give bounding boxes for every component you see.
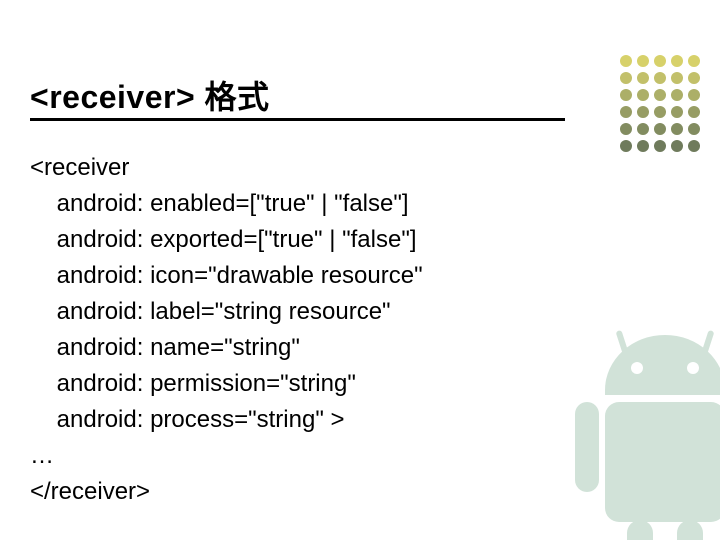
code-block: <receiver android: enabled=["true" | "fa… [30, 150, 423, 510]
decorative-dot-grid [620, 55, 702, 154]
code-line: android: exported=["true" | "false"] [30, 222, 423, 258]
code-line: android: permission="string" [30, 366, 423, 402]
code-line: … [30, 438, 423, 474]
code-line: <receiver [30, 150, 423, 186]
code-line: android: icon="drawable resource" [30, 258, 423, 294]
code-line: android: enabled=["true" | "false"] [30, 186, 423, 222]
title-underline [30, 118, 565, 121]
code-line: android: label="string resource" [30, 294, 423, 330]
code-line: </receiver> [30, 474, 423, 510]
code-line: android: name="string" [30, 330, 423, 366]
slide-title: <receiver> 格式 [30, 72, 570, 118]
android-robot-icon [535, 320, 720, 540]
code-line: android: process="string" > [30, 402, 423, 438]
